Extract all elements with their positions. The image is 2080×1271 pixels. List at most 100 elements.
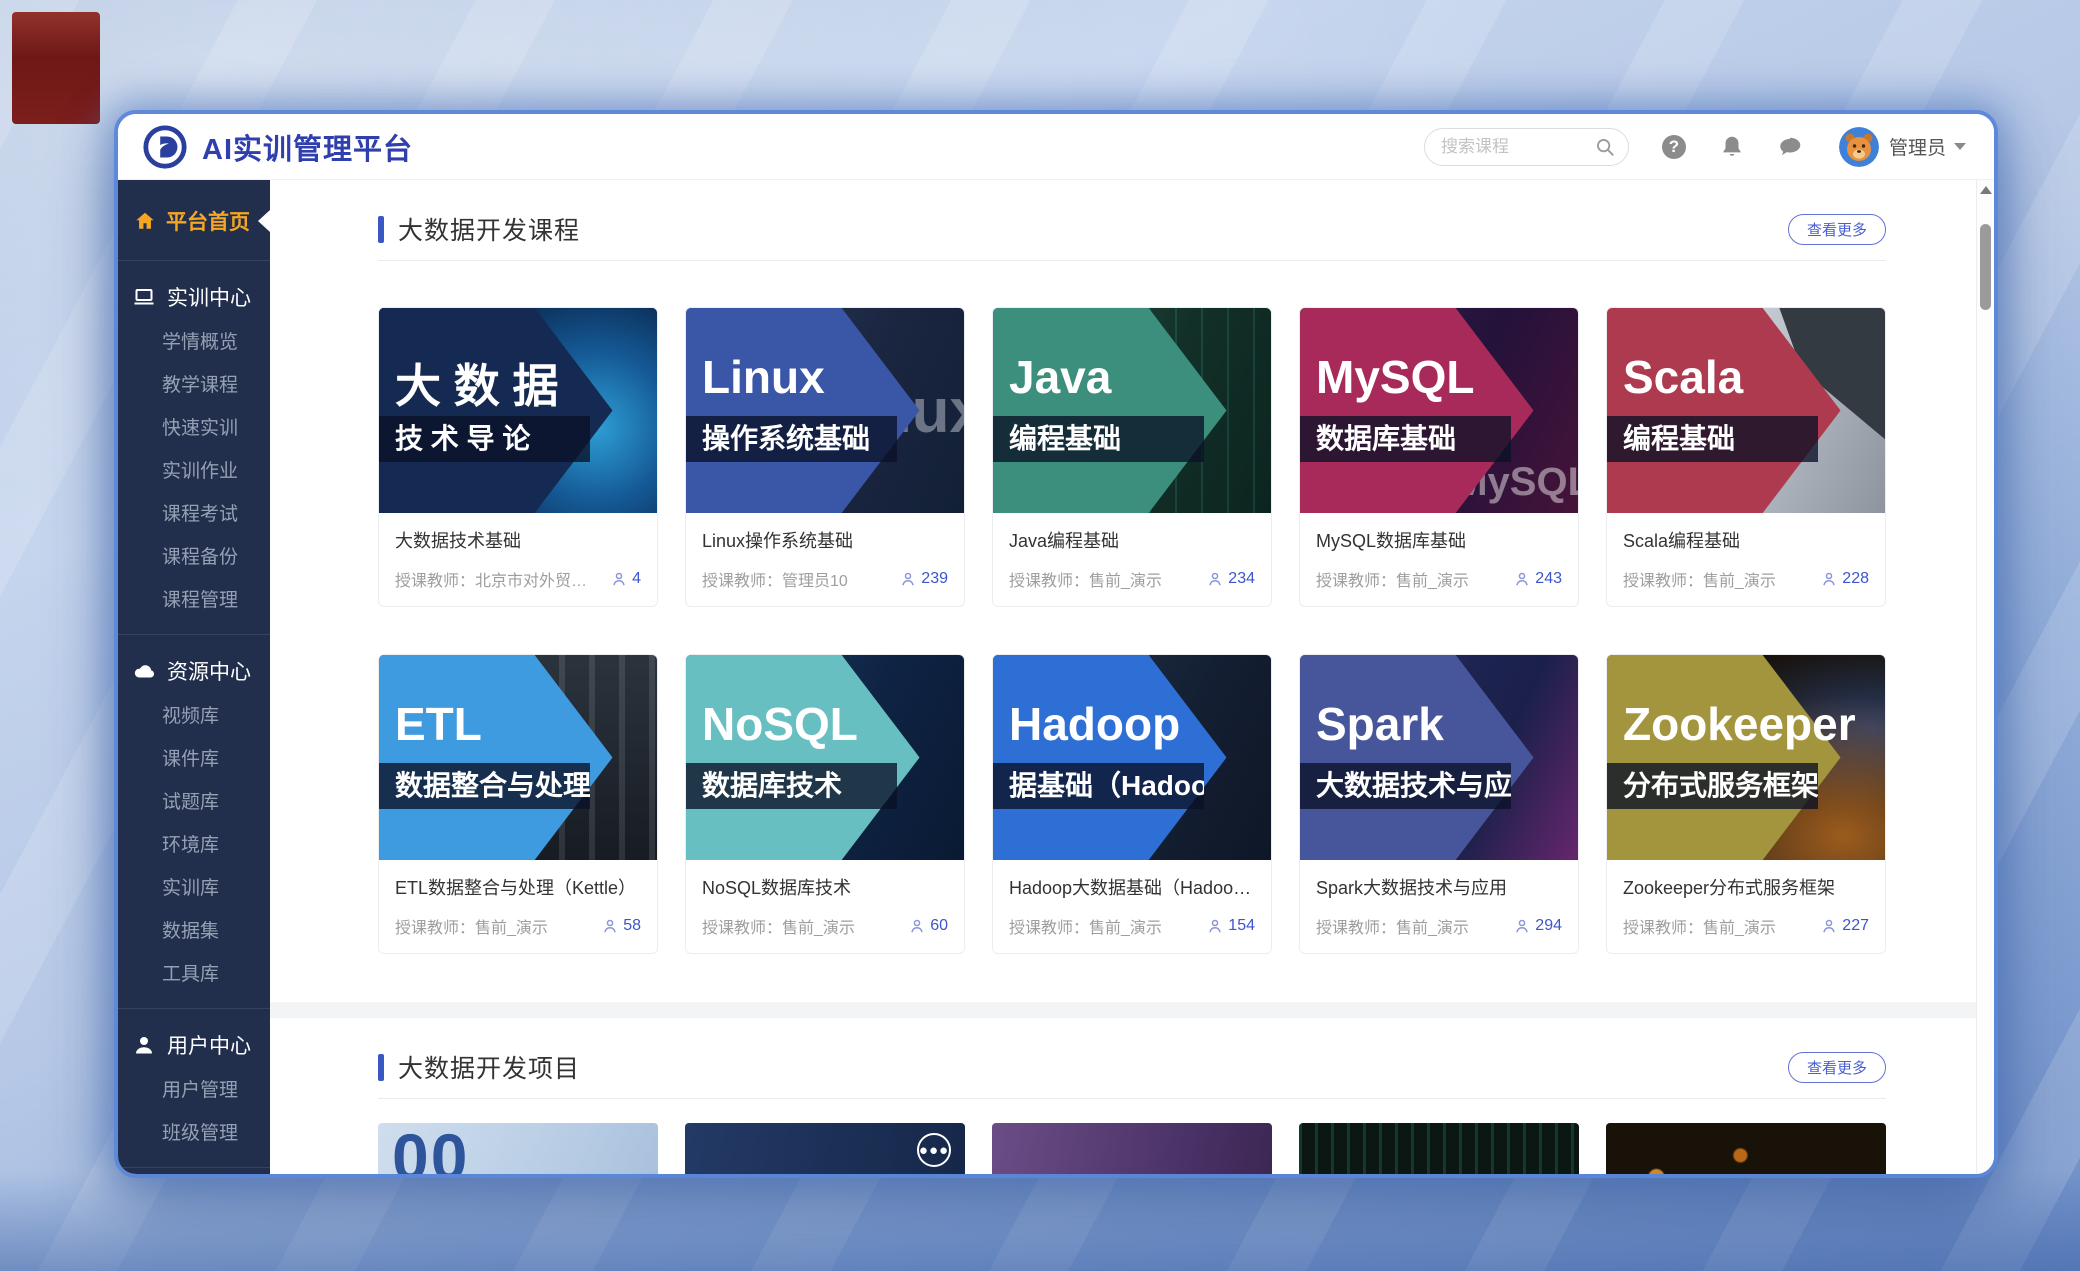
- course-title: 大数据技术基础: [395, 527, 641, 553]
- course-card-body: 大数据技术基础 授课教师：北京市对外贸易学校教... 4: [379, 513, 657, 606]
- avatar[interactable]: [1839, 127, 1879, 167]
- cover-title: MySQL: [1316, 350, 1474, 404]
- project-card[interactable]: 大数据开发案例: [1299, 1123, 1579, 1174]
- course-card[interactable]: Scala 编程基础 Scala编程基础 授课教师：售前_演示 228: [1606, 307, 1886, 607]
- user-name[interactable]: 管理员: [1889, 133, 1946, 160]
- enrollment-count: 4: [610, 570, 641, 588]
- sidebar-section-header[interactable]: 实训中心: [118, 273, 270, 321]
- sidebar-item[interactable]: 实训库: [118, 867, 270, 910]
- search-input[interactable]: [1441, 137, 1594, 157]
- course-card[interactable]: 大 数 据 技 术 导 论 大数据技术基础 授课教师：北京市对外贸易学校教...…: [378, 307, 658, 607]
- sidebar-section-header[interactable]: 资源中心: [118, 647, 270, 695]
- course-title: Java编程基础: [1009, 527, 1255, 553]
- sidebar-item[interactable]: 课程备份: [118, 536, 270, 579]
- scrollbar-thumb[interactable]: [1980, 224, 1991, 310]
- sidebar-item[interactable]: 工具库: [118, 953, 270, 996]
- course-title: Linux操作系统基础: [702, 527, 948, 553]
- sidebar-item[interactable]: 学情概览: [118, 321, 270, 364]
- course-teacher: 授课教师：售前_演示: [1623, 567, 1812, 591]
- photo-watermark: 00: [392, 1123, 469, 1174]
- cover-subtitle: 数据整合与处理: [379, 763, 590, 809]
- caret-down-icon[interactable]: [1954, 143, 1966, 150]
- course-count: 58: [623, 917, 641, 935]
- project-card[interactable]: ●●● 大数据开发案例: [685, 1123, 965, 1174]
- app-header: AI实训管理平台 ? 管理员: [118, 114, 1994, 180]
- course-count: 239: [921, 570, 948, 588]
- sidebar-section-header[interactable]: 用户中心: [118, 1021, 270, 1069]
- sidebar-item[interactable]: 班级管理: [118, 1112, 270, 1155]
- sidebar-item[interactable]: 课程管理: [118, 579, 270, 622]
- course-card-body: Spark大数据技术与应用 授课教师：售前_演示 294: [1300, 860, 1578, 953]
- course-count: 4: [632, 570, 641, 588]
- course-card[interactable]: ETL 数据整合与处理 ETL数据整合与处理（Kettle） 授课教师：售前_演…: [378, 654, 658, 954]
- course-card[interactable]: Java 编程基础 Java编程基础 授课教师：售前_演示 234: [992, 307, 1272, 607]
- enrollment-count: 243: [1513, 570, 1562, 588]
- cloud-icon: [132, 659, 156, 683]
- sidebar-item[interactable]: 试题库: [118, 781, 270, 824]
- view-more-button[interactable]: 查看更多: [1788, 214, 1886, 245]
- person-icon: [1206, 570, 1224, 588]
- sidebar-item[interactable]: 教学课程: [118, 364, 270, 407]
- scrollbar: [1976, 180, 1994, 1174]
- course-count: 227: [1842, 917, 1869, 935]
- laptop-icon: [132, 285, 156, 309]
- course-card-body: Zookeeper分布式服务框架 授课教师：售前_演示 227: [1607, 860, 1885, 953]
- course-count: 154: [1228, 917, 1255, 935]
- side-subs: 用户管理班级管理: [118, 1069, 270, 1155]
- course-card[interactable]: NoSQL 数据库技术 NoSQL数据库技术 授课教师：售前_演示 60: [685, 654, 965, 954]
- bell-icon[interactable]: [1719, 134, 1745, 160]
- sidebar-sections: 实训中心 学情概览教学课程快速实训实训作业课程考试课程备份课程管理 资源中心 视…: [118, 260, 270, 1174]
- course-title: MySQL数据库基础: [1316, 527, 1562, 553]
- course-card-body: MySQL数据库基础 授课教师：售前_演示 243: [1300, 513, 1578, 606]
- cover-title: Spark: [1316, 697, 1444, 751]
- sidebar-item[interactable]: 环境库: [118, 824, 270, 867]
- course-card[interactable]: Spark 大数据技术与应用 Spark大数据技术与应用 授课教师：售前_演示 …: [1299, 654, 1579, 954]
- project-card[interactable]: 大数据开发案例: [992, 1123, 1272, 1174]
- cover-arrow: [379, 655, 657, 860]
- person-icon: [1820, 917, 1838, 935]
- cover-subtitle: 分布式服务框架: [1607, 763, 1818, 809]
- sidebar-item[interactable]: 数据集: [118, 910, 270, 953]
- cover-title: NoSQL: [702, 697, 858, 751]
- enrollment-count: 234: [1206, 570, 1255, 588]
- sidebar-item[interactable]: 视频库: [118, 695, 270, 738]
- enrollment-count: 60: [908, 917, 948, 935]
- course-cover: Scala 编程基础: [1607, 308, 1885, 513]
- cover-title: Scala: [1623, 350, 1743, 404]
- sidebar-item[interactable]: 快速实训: [118, 407, 270, 450]
- course-teacher: 授课教师：售前_演示: [395, 914, 593, 938]
- section-title: 大数据开发课程: [398, 211, 580, 247]
- course-teacher: 授课教师：售前_演示: [1623, 914, 1812, 938]
- course-cover: ETL 数据整合与处理: [379, 655, 657, 860]
- course-card[interactable]: Zookeeper 分布式服务框架 Zookeeper分布式服务框架 授课教师：…: [1606, 654, 1886, 954]
- cover-title: Zookeeper: [1623, 697, 1856, 751]
- search-icon[interactable]: [1594, 136, 1616, 158]
- sidebar-item-home[interactable]: 平台首页: [118, 194, 270, 248]
- sidebar-item[interactable]: 用户管理: [118, 1069, 270, 1112]
- project-card[interactable]: 00 大数据开发案例: [378, 1123, 658, 1174]
- scroll-up-icon[interactable]: [1980, 186, 1992, 194]
- enrollment-count: 58: [601, 917, 641, 935]
- view-more-button[interactable]: 查看更多: [1788, 1052, 1886, 1083]
- person-icon: [1206, 917, 1224, 935]
- sidebar: 平台首页 实训中心 学情概览教学课程快速实训实训作业课程考试课程备份课程管理 资…: [118, 180, 270, 1174]
- sidebar-section: 用户中心 用户管理班级管理: [118, 1008, 270, 1155]
- cover-subtitle: 大数据技术与应用: [1300, 763, 1511, 809]
- search-box: [1424, 128, 1629, 166]
- help-icon[interactable]: ?: [1661, 134, 1687, 160]
- course-count: 243: [1535, 570, 1562, 588]
- chat-icon[interactable]: [1777, 134, 1803, 160]
- sidebar-item[interactable]: 实训作业: [118, 450, 270, 493]
- enrollment-count: 239: [899, 570, 948, 588]
- course-card[interactable]: Hadoop 据基础（Hadoop3） Hadoop大数据基础（Hadoop3）…: [992, 654, 1272, 954]
- project-card[interactable]: 大数据开发案例: [1606, 1123, 1886, 1174]
- sidebar-section-label: 资源中心: [167, 656, 251, 686]
- course-cover: MySQL MySQL 数据库基础: [1300, 308, 1578, 513]
- enrollment-count: 228: [1820, 570, 1869, 588]
- sidebar-item[interactable]: 课件库: [118, 738, 270, 781]
- course-card[interactable]: Linux Linux 操作系统基础 Linux操作系统基础 授课教师：管理员1…: [685, 307, 965, 607]
- course-teacher: 授课教师：售前_演示: [702, 914, 900, 938]
- sidebar-section: 资源中心 视频库课件库试题库环境库实训库数据集工具库: [118, 634, 270, 996]
- sidebar-item[interactable]: 课程考试: [118, 493, 270, 536]
- course-card[interactable]: MySQL MySQL 数据库基础 MySQL数据库基础 授课教师：售前_演示 …: [1299, 307, 1579, 607]
